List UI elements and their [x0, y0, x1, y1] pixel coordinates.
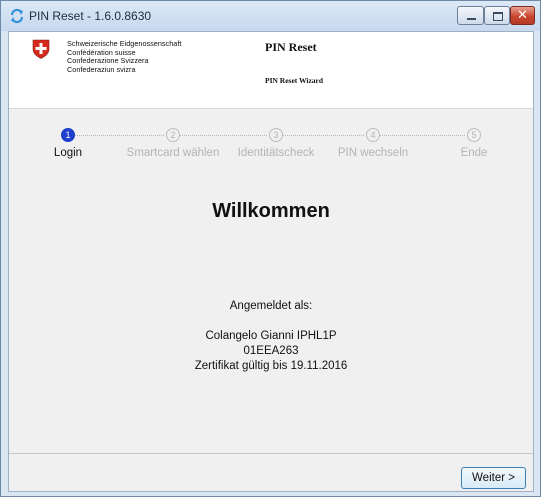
step-4-indicator: 4 — [366, 128, 380, 142]
step-5-indicator: 5 — [467, 128, 481, 142]
step-1-label: Login — [53, 147, 83, 159]
step-3-label: Identitätscheck — [237, 147, 315, 159]
step-connector — [380, 135, 465, 136]
header-subtitle: PIN Reset Wizard — [265, 76, 324, 85]
close-icon: ✕ — [517, 8, 528, 23]
application-window: PIN Reset - 1.6.0.8630 ✕ Schweizerische … — [0, 0, 541, 497]
step-2-label: Smartcard wählen — [126, 147, 220, 159]
footer-divider — [9, 453, 533, 454]
step-1-indicator: 1 — [61, 128, 75, 142]
minimize-icon — [467, 18, 476, 20]
step-connector — [75, 135, 164, 136]
window-title: PIN Reset - 1.6.0.8630 — [29, 9, 152, 23]
step-connector — [283, 135, 364, 136]
user-id: 01EEA263 — [243, 345, 299, 357]
header-title: PIN Reset — [265, 40, 317, 54]
logged-in-label: Angemeldet als: — [229, 300, 313, 312]
next-button[interactable]: Weiter > — [461, 467, 526, 489]
welcome-heading: Willkommen — [212, 200, 330, 222]
maximize-icon — [493, 12, 503, 21]
close-button[interactable]: ✕ — [510, 6, 535, 25]
refresh-arrows-icon — [10, 8, 24, 24]
swiss-coat-of-arms-icon — [32, 39, 50, 59]
step-connector — [180, 135, 267, 136]
minimize-button[interactable] — [457, 6, 484, 25]
wizard-client-area: Schweizerische Eidgenossenschaft Confédé… — [8, 31, 534, 492]
step-2-indicator: 2 — [166, 128, 180, 142]
wizard-progress-steps: 1 2 3 4 5 Login Smartcard wählen Identit… — [9, 128, 533, 168]
step-4-label: PIN wechseln — [337, 147, 409, 159]
step-5-label: Ende — [460, 147, 488, 159]
step-3-indicator: 3 — [269, 128, 283, 142]
confederation-names: Schweizerische Eidgenossenschaft Confédé… — [67, 39, 181, 74]
confederation-line-rm: Confederaziun svizra — [67, 64, 136, 74]
title-bar[interactable]: PIN Reset - 1.6.0.8630 ✕ — [1, 1, 540, 31]
certificate-validity: Zertifikat gültig bis 19.11.2016 — [194, 360, 348, 372]
maximize-button[interactable] — [484, 6, 510, 25]
user-name: Colangelo Gianni IPHL1P — [205, 330, 337, 342]
wizard-header: Schweizerische Eidgenossenschaft Confédé… — [9, 32, 533, 109]
